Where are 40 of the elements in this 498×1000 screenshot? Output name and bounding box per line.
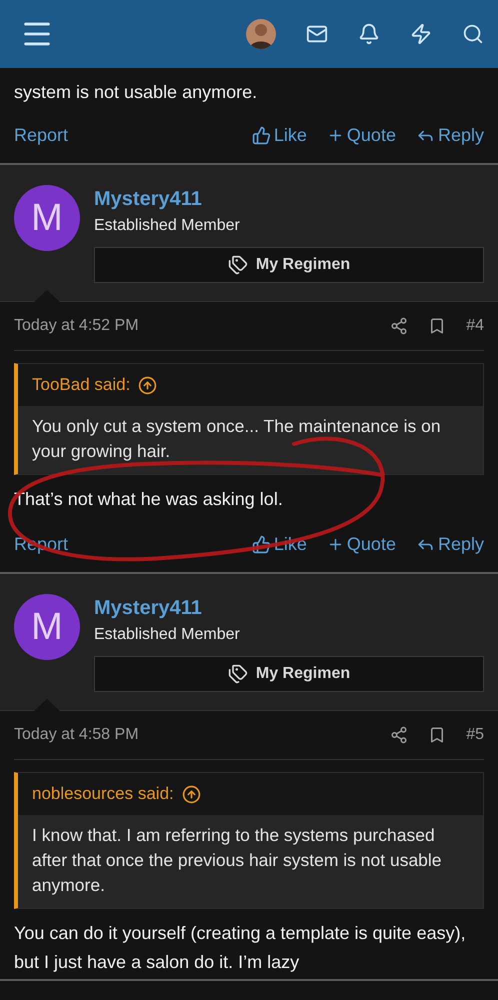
account-avatar[interactable] <box>246 19 276 49</box>
user-avatar[interactable]: M <box>14 185 80 251</box>
regimen-banner[interactable]: My Regimen <box>94 247 484 283</box>
search-icon[interactable] <box>462 23 484 45</box>
quote-link[interactable]: Quote <box>326 124 396 146</box>
tags-icon <box>228 664 248 684</box>
tags-icon <box>228 255 248 275</box>
quote-attribution[interactable]: TooBad said: <box>32 375 130 395</box>
thumbs-up-icon <box>252 126 271 144</box>
report-link[interactable]: Report <box>14 124 68 146</box>
quote-text: You only cut a system once... The maintenance is on your growing hair. <box>18 406 483 474</box>
user-avatar[interactable]: M <box>14 594 80 660</box>
username-link[interactable]: Mystery411 <box>94 185 484 213</box>
bell-icon[interactable] <box>358 23 380 45</box>
post-time[interactable]: Today at 4:58 PM <box>14 726 139 744</box>
like-link[interactable]: Like <box>252 124 307 146</box>
pointer-notch <box>34 290 60 302</box>
post-number[interactable]: #5 <box>466 726 484 744</box>
pointer-notch <box>34 699 60 711</box>
user-title: Established Member <box>94 216 241 236</box>
reply-link[interactable]: Reply <box>416 534 484 554</box>
thumbs-up-icon <box>252 534 271 554</box>
post-number[interactable]: #4 <box>466 317 484 335</box>
post-message: system is not usable anymore. <box>14 81 258 104</box>
quote-text: I know that. I am referring to the systems purchased after that once the previous hair system is not usable anymore. <box>18 815 483 908</box>
arrow-up-circle-icon[interactable] <box>182 784 201 804</box>
reply-link[interactable]: Reply <box>416 124 484 146</box>
mail-icon[interactable] <box>306 23 328 45</box>
share-icon[interactable] <box>390 726 408 744</box>
share-icon[interactable] <box>390 317 408 335</box>
lightning-icon[interactable] <box>410 23 432 45</box>
post-message: You can do it yourself (creating a template is quite easy), but I just have a salon do it. I’m lazy <box>14 922 467 974</box>
user-title: Established Member <box>94 625 241 645</box>
post-time[interactable]: Today at 4:52 PM <box>14 317 139 335</box>
username-link[interactable]: Mystery411 <box>94 594 484 622</box>
post-message: That’s not what he was asking lol. <box>14 488 284 511</box>
arrow-up-circle-icon[interactable] <box>138 376 158 394</box>
regimen-banner[interactable]: My Regimen <box>94 656 484 692</box>
quote-link[interactable]: Quote <box>326 534 396 554</box>
quote-attribution[interactable]: noblesources said: <box>32 784 174 804</box>
